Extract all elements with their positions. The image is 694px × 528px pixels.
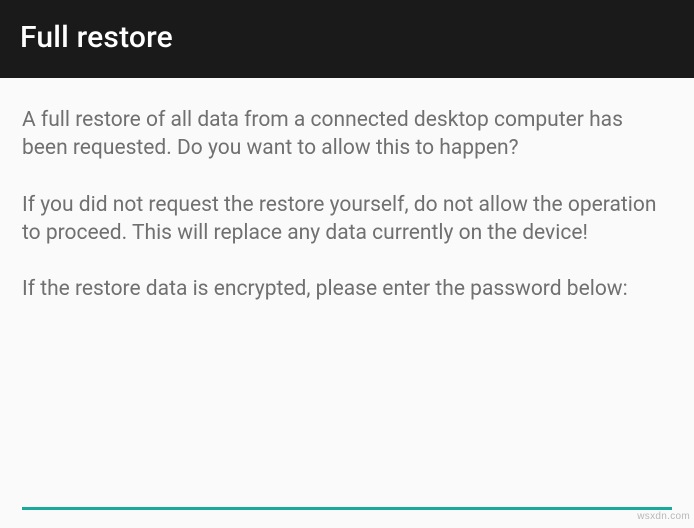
- dialog-content: A full restore of all data from a connec…: [0, 78, 694, 304]
- password-field-wrap: [22, 476, 672, 510]
- password-input[interactable]: [22, 476, 672, 510]
- restore-description-1: A full restore of all data from a connec…: [22, 106, 672, 163]
- watermark-text: wsxdn.com: [637, 511, 690, 522]
- restore-warning: If you did not request the restore yours…: [22, 191, 672, 248]
- dialog-title: Full restore: [20, 20, 173, 55]
- password-prompt: If the restore data is encrypted, please…: [22, 275, 672, 303]
- dialog-header: Full restore: [0, 0, 694, 78]
- full-restore-dialog: Full restore A full restore of all data …: [0, 0, 694, 528]
